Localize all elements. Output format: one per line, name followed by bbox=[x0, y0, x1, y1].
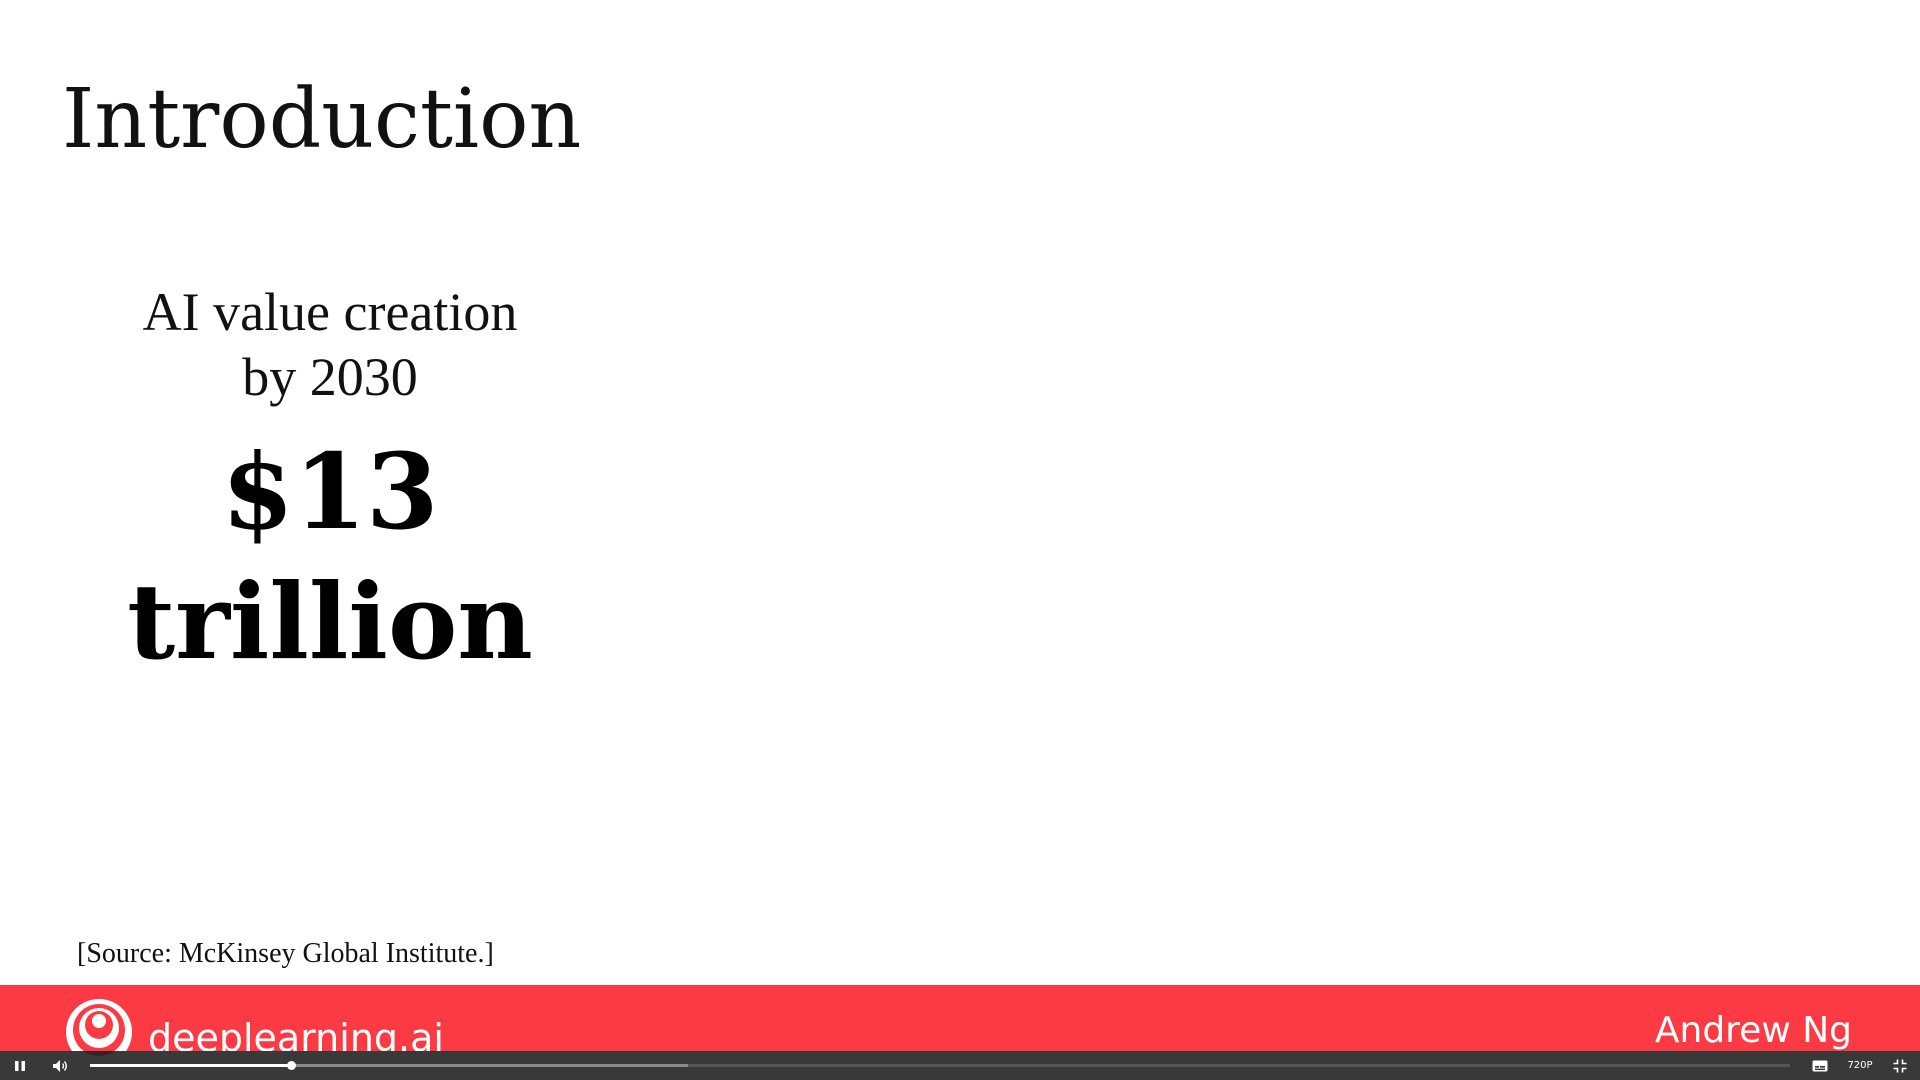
subtitle-line-1: AI value creation bbox=[142, 282, 518, 342]
progress-bar[interactable] bbox=[90, 1061, 1790, 1070]
progress-handle[interactable] bbox=[286, 1061, 296, 1070]
value-unit: trillion bbox=[127, 560, 533, 683]
subtitle-line-2: by 2030 bbox=[242, 347, 418, 407]
author-name: Andrew Ng bbox=[1654, 1010, 1852, 1051]
quality-selector[interactable]: 720P bbox=[1842, 1051, 1878, 1080]
video-controls-bar: 720P bbox=[0, 1051, 1920, 1080]
pause-button[interactable] bbox=[8, 1051, 32, 1080]
captions-icon bbox=[1812, 1060, 1828, 1071]
exit-fullscreen-button[interactable] bbox=[1888, 1051, 1912, 1080]
video-frame: Introduction AI value creation by 2030 $… bbox=[0, 0, 1920, 1080]
source-citation: [Source: McKinsey Global Institute.] bbox=[77, 938, 494, 969]
slide-title: Introduction bbox=[62, 72, 582, 167]
progress-played bbox=[90, 1064, 291, 1067]
volume-icon bbox=[53, 1059, 67, 1072]
captions-button[interactable] bbox=[1808, 1051, 1832, 1080]
volume-button[interactable] bbox=[48, 1051, 72, 1080]
pause-icon bbox=[15, 1060, 25, 1071]
exit-fullscreen-icon bbox=[1893, 1059, 1907, 1072]
value-amount: $13 bbox=[221, 430, 439, 553]
